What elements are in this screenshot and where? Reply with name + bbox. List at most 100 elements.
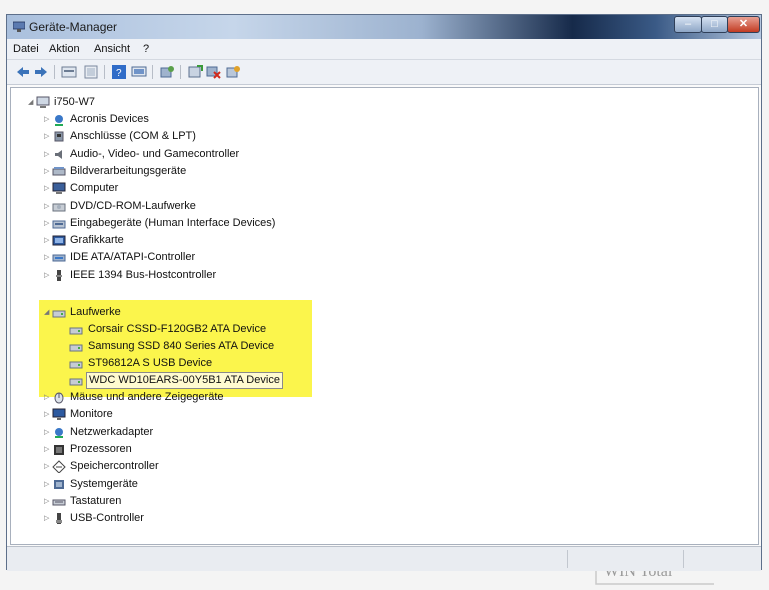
hid-icon — [52, 220, 66, 229]
maximize-button[interactable]: □ — [701, 16, 728, 33]
drive-icon — [69, 327, 83, 335]
category-monitor[interactable]: ▷ Monitore — [11, 406, 311, 423]
forward-icon[interactable] — [33, 64, 49, 80]
expand-arrow-icon[interactable]: ▷ — [44, 133, 51, 140]
category-keyboard[interactable]: ▷ Tastaturen — [11, 493, 311, 510]
computer-root-icon — [36, 96, 50, 108]
close-button[interactable]: ✕ — [727, 16, 760, 33]
toolbar-separator — [104, 65, 105, 79]
category-label: Anschlüsse (COM & LPT) — [70, 130, 196, 143]
minimize-button[interactable]: – — [674, 16, 702, 33]
expand-arrow-icon[interactable]: ▷ — [44, 203, 51, 210]
category-label: Grafikkarte — [70, 234, 124, 247]
category-label: Computer — [70, 182, 119, 195]
category-cpu[interactable]: ▷ Prozessoren — [11, 441, 311, 458]
help-icon[interactable]: ? — [111, 64, 127, 80]
expand-arrow-icon[interactable]: ▷ — [44, 254, 51, 261]
device-item[interactable]: ST96812A S USB Device — [11, 355, 311, 372]
device-manager-window: Geräte-Manager – □ ✕ Datei Aktion Ansich… — [6, 14, 762, 585]
port-icon — [54, 131, 64, 142]
firewire-icon — [56, 269, 62, 281]
status-divider — [683, 550, 684, 568]
expand-arrow-icon[interactable]: ▷ — [44, 168, 51, 175]
category-laufwerke[interactable]: ◢ Laufwerke — [11, 304, 311, 321]
category-ide[interactable]: ▷ IDE ATA/ATAPI-Controller — [11, 249, 311, 266]
expand-arrow-icon[interactable]: ▷ — [44, 429, 51, 436]
category-display[interactable]: ▷ Grafikkarte — [11, 232, 311, 249]
category-acronis[interactable]: ▷ Acronis Devices — [11, 111, 311, 128]
svg-text:?: ? — [116, 68, 122, 79]
category-network[interactable]: ▷ Netzwerkadapter — [11, 424, 311, 441]
device-item[interactable]: Corsair CSSD-F120GB2 ATA Device — [11, 321, 311, 338]
expand-arrow-icon[interactable]: ▷ — [44, 411, 51, 418]
menu-help[interactable]: ? — [143, 43, 149, 55]
category-port[interactable]: ▷ Anschlüsse (COM & LPT) — [11, 128, 311, 145]
dvd-icon — [52, 203, 66, 211]
expand-arrow-icon[interactable]: ▷ — [44, 272, 51, 279]
tree-root[interactable]: ◢ i750-W7 — [11, 94, 311, 111]
monitor-icon — [52, 408, 66, 421]
menu-aktion[interactable]: Aktion — [49, 43, 80, 55]
usb-icon — [56, 513, 62, 525]
collapse-arrow-icon[interactable]: ◢ — [28, 99, 35, 106]
expand-arrow-icon[interactable]: ▷ — [44, 515, 51, 522]
category-label: Mäuse und andere Zeigegeräte — [70, 391, 224, 403]
back-icon[interactable] — [15, 64, 31, 80]
menu-ansicht[interactable]: Ansicht — [94, 43, 130, 55]
properties-icon[interactable] — [61, 64, 77, 80]
display-icon — [52, 235, 66, 246]
category-label: Speichercontroller — [70, 460, 159, 473]
system-icon — [54, 479, 64, 489]
category-firewire[interactable]: ▷ IEEE 1394 Bus-Hostcontroller — [11, 267, 311, 284]
category-label: Acronis Devices — [70, 113, 149, 125]
category-dvd[interactable]: ▷ DVD/CD-ROM-Laufwerke — [11, 198, 311, 215]
category-usb[interactable]: ▷ USB-Controller — [11, 510, 311, 527]
expand-arrow-icon[interactable]: ▷ — [44, 116, 51, 123]
expand-arrow-icon[interactable]: ▷ — [44, 446, 51, 453]
device-label: ST96812A S USB Device — [88, 357, 213, 369]
menu-bar: Datei Aktion Ansicht ? — [7, 39, 761, 60]
device-item[interactable]: Samsung SSD 840 Series ATA Device — [11, 338, 311, 355]
collapse-arrow-icon[interactable]: ◢ — [44, 309, 51, 316]
mouse-icon — [54, 392, 64, 404]
scan-hardware-icon[interactable] — [159, 64, 175, 80]
ide-icon — [52, 254, 66, 262]
expand-arrow-icon[interactable]: ▷ — [44, 498, 51, 505]
category-audio[interactable]: ▷ Audio-, Video- und Gamecontroller — [11, 146, 311, 163]
title-bar[interactable]: Geräte-Manager – □ ✕ — [7, 15, 761, 39]
expand-arrow-icon[interactable]: ▷ — [44, 151, 51, 158]
status-bar — [7, 546, 761, 571]
computer-icon — [52, 182, 66, 195]
expand-arrow-icon[interactable]: ▷ — [44, 463, 51, 470]
device-item-selected[interactable]: WDC WD10EARS-00Y5B1 ATA Device — [11, 372, 311, 389]
toolbar-separator — [54, 65, 55, 79]
category-label: Prozessoren — [70, 442, 132, 455]
update-driver-icon[interactable] — [187, 64, 203, 80]
toolbar: ? — [7, 60, 761, 85]
category-scanner[interactable]: ▷ Bildverarbeitungsgeräte — [11, 163, 311, 180]
category-hid[interactable]: ▷ Eingabegeräte (Human Interface Devices) — [11, 215, 311, 232]
category-system[interactable]: ▷ Systemgeräte — [11, 476, 311, 493]
category-label: USB-Controller — [70, 512, 144, 525]
computer-view-icon[interactable] — [131, 64, 147, 80]
expand-arrow-icon[interactable]: ▷ — [44, 237, 51, 244]
expand-arrow-icon[interactable]: ▷ — [44, 481, 51, 488]
show-hide-icon[interactable] — [83, 64, 99, 80]
category-label: Netzwerkadapter — [70, 425, 154, 438]
uninstall-device-icon[interactable] — [225, 64, 241, 80]
category-mouse[interactable]: ▷ Mäuse und andere Zeigegeräte — [11, 389, 311, 406]
disable-device-icon[interactable] — [205, 64, 221, 80]
category-label: IDE ATA/ATAPI-Controller — [70, 251, 196, 264]
expand-arrow-icon[interactable]: ▷ — [44, 220, 51, 227]
category-computer[interactable]: ▷ Computer — [11, 180, 311, 197]
device-label: Samsung SSD 840 Series ATA Device — [88, 340, 275, 352]
category-label: IEEE 1394 Bus-Hostcontroller — [70, 268, 217, 281]
device-tree-panel[interactable]: ◢ i750-W7 ▷ Acronis Devices ▷ Anschlüsse (C… — [10, 87, 759, 585]
expand-arrow-icon[interactable]: ▷ — [44, 394, 51, 401]
maximize-icon: □ — [711, 18, 718, 30]
status-divider — [567, 550, 568, 568]
category-storage[interactable]: ▷ Speichercontroller — [11, 458, 311, 475]
menu-datei[interactable]: Datei — [13, 43, 39, 55]
expand-arrow-icon[interactable]: ▷ — [44, 185, 51, 192]
device-label: Corsair CSSD-F120GB2 ATA Device — [88, 323, 267, 335]
